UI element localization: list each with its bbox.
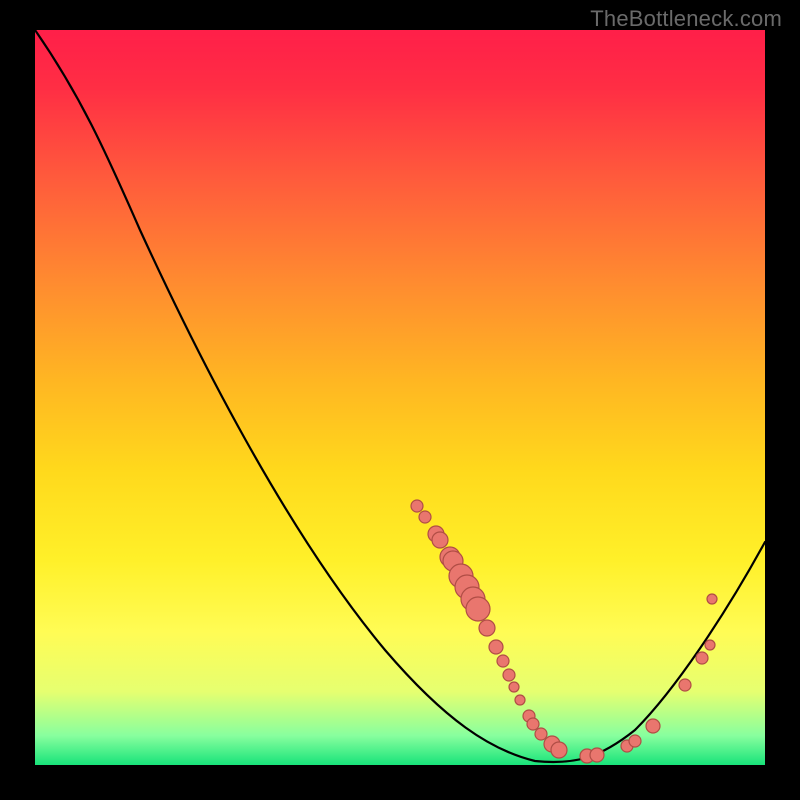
data-point: [489, 640, 503, 654]
data-point: [551, 742, 567, 758]
chart-plot-area: [35, 30, 765, 765]
bottleneck-curve: [35, 30, 765, 762]
data-point: [679, 679, 691, 691]
data-point: [707, 594, 717, 604]
data-point: [515, 695, 525, 705]
data-point: [535, 728, 547, 740]
watermark-text: TheBottleneck.com: [590, 6, 782, 32]
data-point: [590, 748, 604, 762]
data-point: [629, 735, 641, 747]
data-point: [696, 652, 708, 664]
data-point: [503, 669, 515, 681]
data-point: [527, 718, 539, 730]
data-point: [497, 655, 509, 667]
data-point: [419, 511, 431, 523]
data-point: [479, 620, 495, 636]
chart-svg: [35, 30, 765, 765]
data-point: [509, 682, 519, 692]
data-point: [411, 500, 423, 512]
data-point-group: [411, 500, 717, 763]
data-point: [432, 532, 448, 548]
data-point: [466, 597, 490, 621]
data-point: [705, 640, 715, 650]
data-point: [646, 719, 660, 733]
